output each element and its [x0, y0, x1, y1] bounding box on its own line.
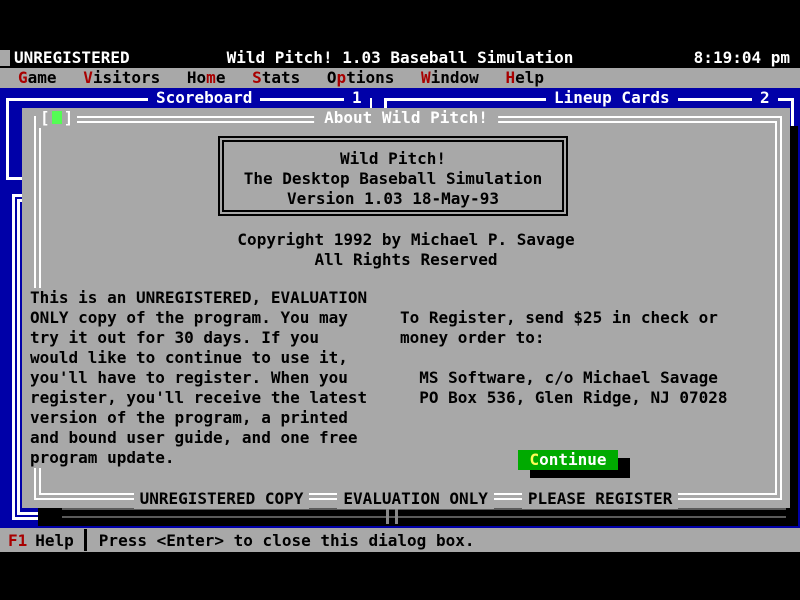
menu-item-stats[interactable]: Stats — [252, 68, 300, 88]
menu-label: Ho — [187, 68, 206, 87]
menu-hotkey: G — [18, 68, 28, 87]
menu-item-game[interactable]: Game — [18, 68, 57, 88]
app-title: Wild Pitch! 1.03 Baseball Simulation — [0, 48, 800, 68]
evaluation-notice-text: This is an UNREGISTERED, EVALUATION ONLY… — [30, 288, 367, 468]
menu-label: indow — [431, 68, 479, 87]
about-dialog: [] About Wild Pitch! Wild Pitch! The Des… — [22, 108, 790, 508]
footer-badge-evaluation: EVALUATION ONLY — [337, 489, 494, 509]
menu-label: O — [327, 68, 337, 87]
menu-hotkey: m — [206, 68, 216, 87]
menu-hotkey: S — [252, 68, 262, 87]
status-bar: F1 Help Press <Enter> to close this dial… — [0, 528, 800, 552]
menu-label: isitors — [93, 68, 160, 87]
program-tagline: The Desktop Baseball Simulation — [224, 169, 562, 189]
desktop: Scoreboard 1 Lineup Cards 2 [] About Wil… — [0, 88, 800, 528]
footer-badge-register: PLEASE REGISTER — [522, 489, 679, 509]
program-name: Wild Pitch! — [224, 149, 562, 169]
registration-instructions-text: To Register, send $25 in check or money … — [400, 308, 728, 408]
menu-item-home[interactable]: Home — [187, 68, 226, 88]
menu-hotkey: H — [505, 68, 515, 87]
shadow-artifact-line — [62, 516, 786, 518]
footer-badge-unregistered: UNREGISTERED COPY — [134, 489, 310, 509]
scoreboard-window-title[interactable]: Scoreboard — [148, 88, 260, 108]
close-button[interactable]: [] — [36, 108, 77, 128]
clock: 8:19:04 pm — [694, 48, 790, 68]
version-box: Wild Pitch! The Desktop Baseball Simulat… — [218, 136, 568, 216]
menu-bar: Game Visitors Home Stats Options Window … — [0, 68, 800, 88]
scoreboard-window-number: 1 — [344, 88, 370, 108]
close-icon[interactable] — [52, 111, 62, 124]
statusbar-separator — [84, 529, 87, 551]
dialog-footer-badges: UNREGISTERED COPY EVALUATION ONLY PLEASE… — [22, 489, 790, 509]
status-message: Press <Enter> to close this dialog box. — [99, 531, 475, 550]
rights-line: All Rights Reserved — [22, 250, 790, 270]
menu-hotkey: V — [83, 68, 93, 87]
menu-label: elp — [515, 68, 544, 87]
continue-label: ontinue — [539, 450, 606, 469]
menu-item-help[interactable]: Help — [505, 68, 544, 88]
continue-button[interactable]: Continue — [518, 450, 618, 470]
menu-item-options[interactable]: Options — [327, 68, 394, 88]
copyright-line: Copyright 1992 by Michael P. Savage — [22, 230, 790, 250]
menu-hotkey: W — [421, 68, 431, 87]
lineup-cards-window-title[interactable]: Lineup Cards — [546, 88, 678, 108]
dialog-title: About Wild Pitch! — [314, 108, 498, 128]
menu-label: e — [216, 68, 226, 87]
close-bracket: [ — [40, 108, 50, 127]
copyright-block: Copyright 1992 by Michael P. Savage All … — [22, 230, 790, 270]
menu-item-visitors[interactable]: Visitors — [83, 68, 160, 88]
continue-hotkey: C — [529, 450, 539, 469]
title-bar: UNREGISTERED Wild Pitch! 1.03 Baseball S… — [0, 48, 800, 68]
f1-key[interactable]: F1 — [8, 531, 27, 550]
menu-item-window[interactable]: Window — [421, 68, 479, 88]
menu-label: tions — [346, 68, 394, 87]
menu-hotkey: p — [337, 68, 347, 87]
f1-help-label[interactable]: Help — [35, 531, 74, 550]
menu-label: ame — [28, 68, 57, 87]
close-bracket: ] — [64, 108, 74, 127]
screen: UNREGISTERED Wild Pitch! 1.03 Baseball S… — [0, 0, 800, 600]
lineup-cards-window-number: 2 — [752, 88, 778, 108]
menu-label: tats — [262, 68, 301, 87]
program-version: Version 1.03 18-May-93 — [224, 189, 562, 209]
